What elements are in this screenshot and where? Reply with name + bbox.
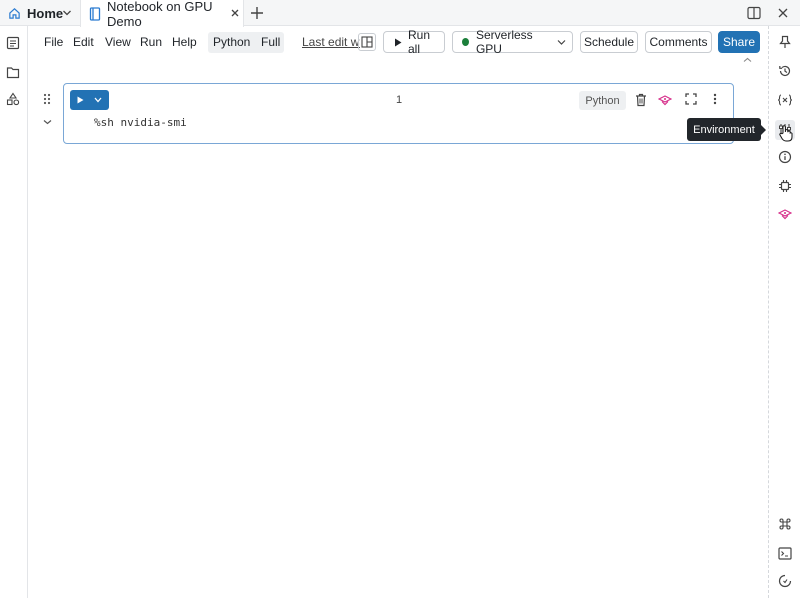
cell-collapse-chevron-icon[interactable] [43, 119, 52, 125]
variables-icon[interactable] [775, 90, 795, 110]
close-window-icon[interactable] [777, 7, 789, 19]
share-button[interactable]: Share [718, 31, 760, 53]
environment-tooltip: Environment [687, 118, 766, 141]
cell-language-badge[interactable]: Python [579, 91, 626, 110]
folder-icon[interactable] [3, 62, 23, 82]
language-mode-toggle: Python Full [208, 32, 284, 53]
run-options-chevron-icon[interactable] [94, 97, 102, 103]
notebook-cell[interactable]: 1 Python %sh nvidia-smi [63, 83, 734, 144]
menu-file[interactable]: File [44, 35, 63, 49]
menu-bar: File Edit View Run Help Python Full Last… [28, 26, 768, 58]
terminal-icon[interactable] [775, 543, 795, 563]
drag-handle-icon[interactable] [43, 93, 51, 105]
comments-button[interactable]: Comments [645, 31, 712, 53]
menu-run[interactable]: Run [140, 35, 162, 49]
share-label: Share [722, 35, 756, 49]
compute-selector[interactable]: Serverless GPU [452, 28, 573, 56]
layout-icon[interactable] [358, 33, 376, 51]
tab-home[interactable]: Home [4, 0, 80, 26]
chip-icon[interactable] [775, 176, 795, 196]
compute-status-dot [462, 38, 469, 46]
comments-label: Comments [649, 35, 708, 49]
expand-icon[interactable] [685, 93, 697, 105]
menu-view[interactable]: View [105, 35, 131, 49]
home-icon [8, 7, 21, 20]
trash-icon[interactable] [635, 93, 647, 107]
right-rail [768, 26, 800, 598]
close-icon[interactable] [230, 8, 240, 18]
schedule-label: Schedule [583, 35, 635, 49]
play-icon [77, 96, 84, 104]
notebook-icon [89, 6, 101, 21]
play-icon [394, 38, 402, 47]
keyboard-shortcuts-icon[interactable] [775, 514, 795, 534]
code-editor[interactable]: %sh nvidia-smi [94, 116, 187, 129]
run-all-label: Run all [408, 28, 431, 56]
history-icon[interactable] [775, 61, 795, 81]
info-icon[interactable] [775, 147, 795, 167]
menu-edit[interactable]: Edit [73, 35, 94, 49]
mode-full-button[interactable]: Full [261, 35, 280, 49]
run-all-button[interactable]: Run all [383, 28, 445, 56]
new-tab-plus-icon[interactable] [250, 6, 264, 20]
feedback-icon[interactable] [775, 571, 795, 591]
compute-label: Serverless GPU [475, 28, 533, 56]
chevron-down-icon [557, 39, 566, 46]
language-button[interactable]: Python [213, 35, 250, 49]
shapes-icon[interactable] [3, 89, 23, 109]
split-view-icon[interactable] [747, 6, 761, 20]
chevron-down-icon[interactable] [62, 9, 72, 17]
table-of-contents-icon[interactable] [3, 33, 23, 53]
menu-help[interactable]: Help [172, 35, 197, 49]
left-rail [0, 26, 28, 598]
assistant-icon[interactable] [775, 204, 795, 224]
schedule-button[interactable]: Schedule [580, 31, 638, 53]
tab-bar: Home Notebook on GPU Demo [0, 0, 800, 29]
tab-home-label: Home [27, 5, 64, 21]
hand-cursor-icon [779, 125, 793, 142]
last-edit-link[interactable]: Last edit wa [302, 35, 360, 49]
run-cell-button[interactable] [70, 90, 109, 110]
collapse-chevron-icon[interactable] [743, 57, 752, 63]
cell-number: 1 [396, 94, 403, 106]
more-options-icon[interactable] [713, 93, 717, 105]
pin-icon[interactable] [775, 32, 795, 52]
tab-notebook-label: Notebook on GPU Demo [107, 0, 213, 29]
tab-notebook[interactable]: Notebook on GPU Demo [80, 0, 244, 29]
assistant-icon[interactable] [658, 94, 672, 106]
